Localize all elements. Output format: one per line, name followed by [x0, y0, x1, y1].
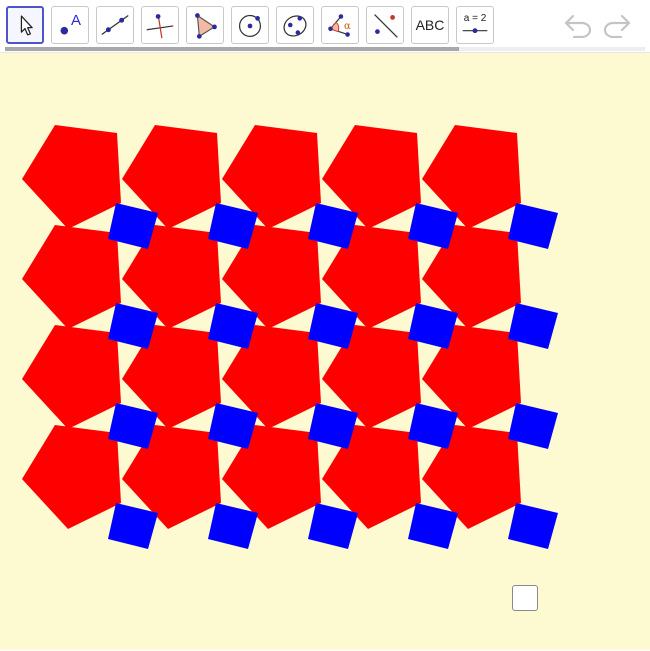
pentagon-r3-c0[interactable] [22, 425, 121, 529]
reflect-about-line-icon [374, 14, 398, 38]
conic-tool-button[interactable] [276, 6, 314, 44]
toolbar: A α ABC a = 2 [0, 0, 650, 52]
line-tool-button[interactable] [96, 6, 134, 44]
circle-center-point-icon [238, 14, 262, 37]
redo-icon [603, 14, 631, 39]
text-tool-button[interactable]: ABC [411, 6, 449, 44]
pentagon-r0-c0[interactable] [22, 125, 121, 229]
angle-tool-button[interactable]: α [321, 6, 359, 44]
square-r3-c4[interactable] [508, 503, 558, 549]
slider-tool-button[interactable]: a = 2 [456, 6, 494, 44]
redo-button[interactable] [601, 12, 633, 39]
ellipse-icon [283, 15, 307, 37]
show-checkbox[interactable] [512, 585, 538, 611]
circle-tool-button[interactable] [231, 6, 269, 44]
point-tool-label: A [71, 12, 82, 29]
undo-icon [564, 14, 592, 39]
line-through-points-icon [101, 15, 129, 35]
polygon-icon [195, 13, 217, 39]
undo-button[interactable] [562, 12, 594, 39]
graphics-view[interactable] [0, 52, 650, 650]
polygon-tool-button[interactable] [186, 6, 224, 44]
tiling-drawing [22, 125, 558, 549]
slider-icon [462, 28, 488, 34]
reflect-tool-button[interactable] [366, 6, 404, 44]
toolbar-scroll-thumb[interactable] [5, 47, 460, 51]
pentagon-r2-c0[interactable] [22, 325, 121, 429]
pentagon-r1-c0[interactable] [22, 225, 121, 329]
point-tool-button[interactable]: A [51, 6, 89, 44]
toolbar-scroll-track[interactable] [5, 47, 645, 51]
perpendicular-line-icon [146, 14, 174, 39]
angle-tool-label: α [344, 21, 351, 32]
text-tool-label: ABC [415, 17, 445, 33]
point-icon [60, 26, 69, 35]
move-tool-button[interactable] [6, 6, 44, 44]
arrow-cursor-icon [20, 15, 33, 36]
perpendicular-line-tool-button[interactable] [141, 6, 179, 44]
angle-icon [328, 14, 350, 37]
